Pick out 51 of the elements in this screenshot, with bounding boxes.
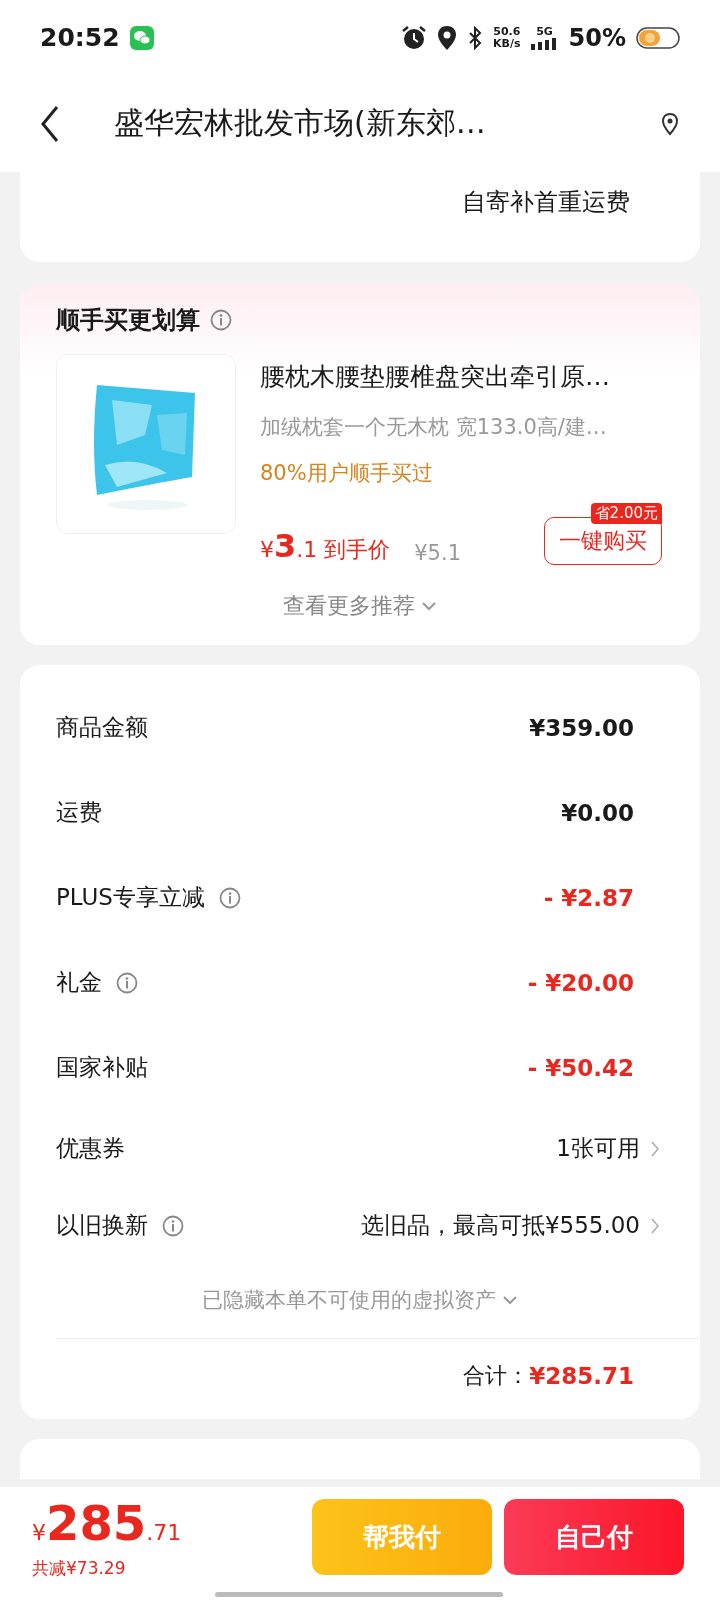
location-pin-icon <box>660 111 680 136</box>
battery-percent: 50% <box>568 23 626 52</box>
location-icon <box>437 24 458 51</box>
product-spec: 加绒枕套一个无木枕 宽133.0高/建… <box>260 414 608 441</box>
product-name: 腰枕木腰垫腰椎盘突出牵引原… <box>260 361 611 393</box>
address-title: 盛华宏林批发市场(新东郊… <box>114 104 487 142</box>
alarm-icon <box>401 24 428 51</box>
fee-value[interactable]: 选旧品，最高可抵¥555.00 <box>360 1210 640 1241</box>
total-label: 合计： <box>463 1362 530 1390</box>
chevron-right-icon <box>650 1216 660 1235</box>
section-title: 顺手买更划算 <box>56 305 200 336</box>
shipping-note: 自寄补首重运费 <box>462 187 630 218</box>
total-price: ¥285.71 <box>32 1499 183 1553</box>
info-icon <box>219 886 241 909</box>
fee-value: - ¥2.87 <box>543 884 634 911</box>
bluetooth-icon <box>467 25 484 50</box>
battery-icon <box>636 26 680 49</box>
total-amount: ¥285.71 <box>529 1363 634 1389</box>
savings-total: 共减¥73.29 <box>32 1557 127 1580</box>
fee-value: ¥0.00 <box>561 799 634 826</box>
fee-label: 优惠券 <box>56 1134 125 1163</box>
info-icon <box>162 1214 184 1237</box>
network-type: 5G <box>536 25 553 38</box>
info-icon <box>116 971 138 994</box>
chat-app-icon <box>129 25 154 50</box>
chevron-down-icon <box>502 1295 518 1305</box>
fee-label: 以旧换新 <box>56 1211 148 1240</box>
speed-unit: KB/s <box>493 37 521 50</box>
back-icon[interactable] <box>40 104 60 143</box>
fee-label: 国家补贴 <box>56 1053 148 1082</box>
fee-value: - ¥50.42 <box>527 1054 634 1081</box>
original-price: ¥5.1 <box>414 541 461 565</box>
fee-label: 商品金额 <box>56 713 148 742</box>
deal-price: ¥3.1 到手价 <box>260 527 391 565</box>
more-link[interactable]: 查看更多推荐 <box>283 591 415 621</box>
hidden-assets-note[interactable]: 已隐藏本单不可使用的虚拟资产 <box>202 1286 496 1314</box>
fee-label: PLUS专享立减 <box>56 883 205 912</box>
fee-value: - ¥20.00 <box>527 969 634 996</box>
chevron-right-icon <box>650 1139 660 1158</box>
fee-value[interactable]: 1张可用 <box>556 1133 640 1164</box>
clock-time: 20:52 <box>40 23 120 52</box>
network-speed: 50.6 <box>493 25 521 38</box>
fee-label: 礼金 <box>56 968 102 997</box>
info-icon <box>210 309 232 331</box>
fee-label: 运费 <box>56 798 102 827</box>
savings-badge: 省2.00元 <box>590 503 662 524</box>
fee-value: ¥359.00 <box>529 714 634 741</box>
chevron-down-icon <box>421 601 437 611</box>
signal-icon <box>530 37 559 50</box>
pay-button[interactable]: 自己付 <box>504 1499 684 1575</box>
purchase-stat: 80%用户顺手买过 <box>260 460 434 487</box>
